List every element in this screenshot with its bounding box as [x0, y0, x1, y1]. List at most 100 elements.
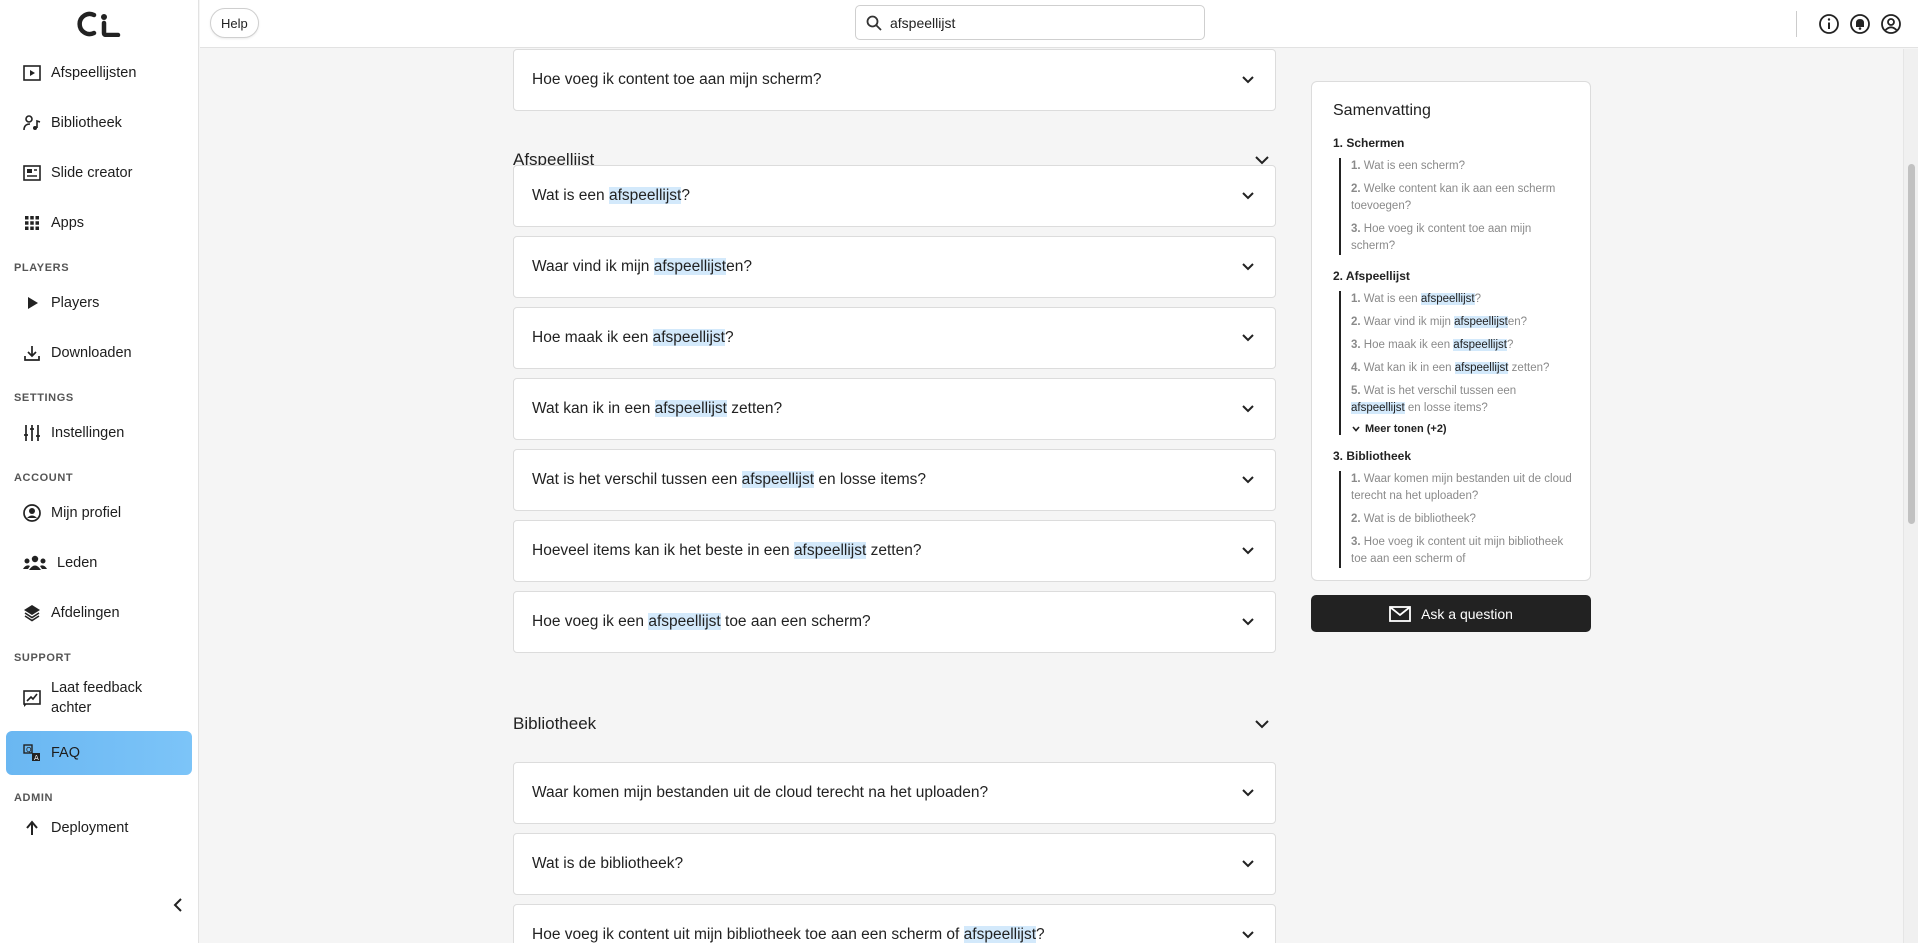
search-input[interactable] — [890, 14, 1180, 31]
summary-item[interactable]: 4. Wat kan ik in een afspeellijst zetten… — [1351, 360, 1572, 377]
playlist-icon — [22, 63, 42, 83]
play-icon — [22, 293, 42, 313]
ask-question-button[interactable]: Ask a question — [1311, 595, 1591, 632]
faq-question-text: Hoe maak ik een afspeellijst? — [532, 329, 734, 347]
search-highlight: afspeellijst — [1454, 316, 1508, 328]
search-highlight: afspeellijst — [1351, 402, 1405, 414]
user-account-icon[interactable] — [1880, 13, 1902, 35]
notification-bell-icon[interactable] — [1849, 13, 1871, 35]
sidebar-item-afspeellijsten[interactable]: Afspeellijsten — [0, 48, 198, 98]
sidebar-item-afdelingen[interactable]: Afdelingen — [0, 588, 198, 638]
sidebar-item-feedback[interactable]: Laat feedback achter — [0, 668, 198, 728]
show-more-button[interactable]: Meer tonen (+2) — [1351, 423, 1572, 435]
faq-question[interactable]: Hoeveel items kan ik het beste in een af… — [513, 520, 1276, 582]
faq-question[interactable]: Wat is de bibliotheek? — [513, 833, 1276, 895]
faq-question[interactable]: Wat is het verschil tussen een afspeelli… — [513, 449, 1276, 511]
search-highlight: afspeellijst — [1454, 362, 1509, 374]
search-highlight: afspeellijst — [653, 258, 727, 275]
text-part: Hoe voeg ik content uit mijn bibliotheek… — [532, 926, 964, 943]
top-bar: Help — [200, 0, 1918, 48]
text-part: Welke content kan ik aan een scherm toev… — [1351, 183, 1556, 212]
faq-question-text: Wat is de bibliotheek? — [532, 855, 683, 873]
scrollbar[interactable] — [1903, 49, 1918, 943]
summary-section-title[interactable]: 2. Afspeellijst — [1333, 269, 1572, 283]
summary-section-title[interactable]: 1. Schermen — [1333, 136, 1572, 150]
feedback-icon — [22, 688, 42, 708]
item-number: 1. — [1351, 473, 1361, 485]
text-part: Hoe maak ik een — [1363, 339, 1454, 351]
chevron-down-icon — [1242, 789, 1254, 797]
text-part: Wat is de bibliotheek? — [532, 855, 684, 872]
item-number: 4. — [1351, 362, 1361, 374]
text-part: Hoe maak ik een — [532, 329, 653, 346]
sidebar: Afspeellijsten Bibliotheek Slide creator… — [0, 0, 199, 943]
sidebar-item-apps[interactable]: Apps — [0, 198, 198, 248]
text-part: Waar komen mijn bestanden uit de cloud t… — [532, 784, 989, 801]
faq-question[interactable]: Hoe voeg ik een afspeellijst toe aan een… — [513, 591, 1276, 653]
section-header-bibliotheek[interactable]: Bibliotheek — [513, 709, 1276, 739]
text-part: en? — [726, 258, 752, 275]
text-part: toe aan een scherm? — [720, 613, 871, 630]
text-part: Waar vind ik mijn — [532, 258, 654, 275]
section-label-admin: ADMIN — [14, 792, 54, 804]
faq-question[interactable]: Waar vind ik mijn afspeellijsten? — [513, 236, 1276, 298]
sidebar-item-deployment[interactable]: Deployment — [0, 808, 198, 848]
sidebar-item-instellingen[interactable]: Instellingen — [0, 408, 198, 458]
sidebar-item-downloaden[interactable]: Downloaden — [0, 328, 198, 378]
collapse-sidebar-button[interactable] — [170, 897, 186, 913]
summary-item[interactable]: 1. Waar komen mijn bestanden uit de clou… — [1351, 471, 1572, 505]
sidebar-item-label: Players — [51, 295, 100, 311]
app-logo[interactable] — [0, 0, 198, 48]
summary-item[interactable]: 2. Waar vind ik mijn afspeellijsten? — [1351, 314, 1572, 331]
summary-item[interactable]: 2. Wat is de bibliotheek? — [1351, 511, 1572, 528]
summary-item[interactable]: 2. Welke content kan ik aan een scherm t… — [1351, 181, 1572, 215]
item-number: 1. — [1351, 160, 1361, 172]
faq-question[interactable]: Hoe maak ik een afspeellijst? — [513, 307, 1276, 369]
text-part: ? — [1036, 926, 1045, 943]
sidebar-item-label: Apps — [51, 215, 85, 231]
sidebar-item-faq[interactable]: QA FAQ — [6, 731, 192, 775]
section-label-players: PLAYERS — [14, 262, 70, 274]
search-highlight: afspeellijst — [741, 471, 815, 488]
item-number: 5. — [1351, 385, 1361, 397]
summary-item[interactable]: 5. Wat is het verschil tussen een afspee… — [1351, 383, 1572, 417]
summary-section-title[interactable]: 3. Bibliotheek — [1333, 449, 1572, 463]
faq-question[interactable]: Wat kan ik in een afspeellijst zetten? — [513, 378, 1276, 440]
search-highlight: afspeellijst — [648, 613, 721, 630]
item-number: 2. — [1351, 316, 1361, 328]
upload-arrow-icon — [22, 818, 42, 838]
faq-question-content-screen[interactable]: Hoe voeg ik content toe aan mijn scherm? — [513, 49, 1276, 111]
sidebar-item-label: Leden — [57, 555, 98, 571]
summary-item[interactable]: 1. Wat is een afspeellijst? — [1351, 291, 1572, 308]
summary-item[interactable]: 3. Hoe voeg ik content uit mijn biblioth… — [1351, 534, 1572, 568]
search-highlight: afspeellijst — [652, 329, 725, 346]
scrollbar-thumb[interactable] — [1908, 164, 1915, 524]
text-part: Hoe voeg ik content toe aan mijn scherm? — [1351, 223, 1532, 252]
sidebar-item-leden[interactable]: Leden — [0, 538, 198, 588]
sidebar-item-mijn-profiel[interactable]: Mijn profiel — [0, 488, 198, 538]
faq-question[interactable]: Wat is een afspeellijst? — [513, 165, 1276, 227]
summary-item[interactable]: 3. Hoe voeg ik content toe aan mijn sche… — [1351, 221, 1572, 255]
sidebar-item-label: Slide creator — [51, 165, 133, 181]
text-part: Hoe voeg ik content uit mijn bibliotheek… — [1351, 536, 1564, 565]
sidebar-item-slide-creator[interactable]: Slide creator — [0, 148, 198, 198]
text-part: zetten? — [727, 400, 783, 417]
search-box[interactable] — [855, 5, 1205, 40]
item-number: 3. — [1351, 339, 1361, 351]
summary-item[interactable]: 1. Wat is een scherm? — [1351, 158, 1572, 175]
faq-question[interactable]: Hoe voeg ik content uit mijn bibliotheek… — [513, 904, 1276, 943]
mail-icon — [1389, 605, 1411, 622]
sidebar-item-players[interactable]: Players — [0, 278, 198, 328]
faq-question-text: Hoeveel items kan ik het beste in een af… — [532, 542, 921, 560]
library-icon — [22, 113, 42, 133]
sidebar-item-bibliotheek[interactable]: Bibliotheek — [0, 98, 198, 148]
slide-icon — [22, 163, 42, 183]
help-button[interactable]: Help — [210, 8, 259, 38]
faq-question[interactable]: Waar komen mijn bestanden uit de cloud t… — [513, 762, 1276, 824]
summary-item[interactable]: 3. Hoe maak ik een afspeellijst? — [1351, 337, 1572, 354]
info-icon[interactable] — [1818, 13, 1840, 35]
chevron-down-icon — [1255, 720, 1269, 729]
text-part: en losse items? — [1404, 402, 1488, 414]
text-part: zetten? — [866, 542, 922, 559]
search-highlight: afspeellijst — [608, 187, 682, 204]
